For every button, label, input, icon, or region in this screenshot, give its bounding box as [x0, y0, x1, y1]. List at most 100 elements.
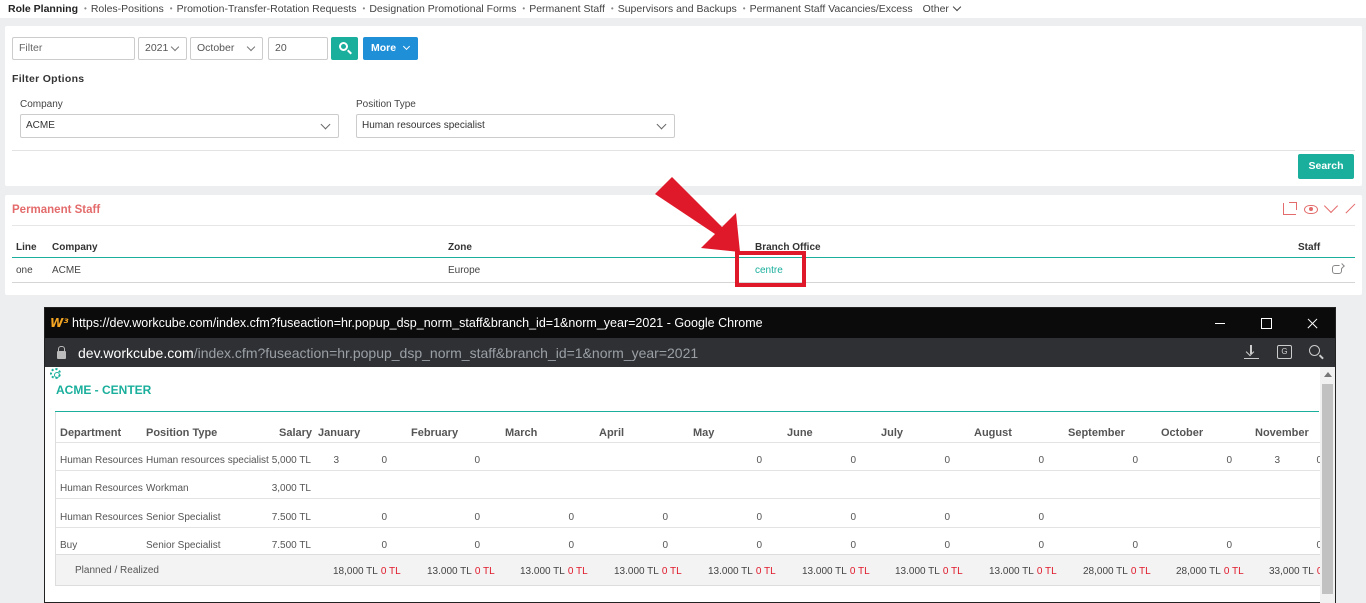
month-select[interactable]: October — [190, 37, 263, 60]
cell-month-value: 0 — [944, 455, 950, 466]
planned-value: 33,000 TL — [1269, 566, 1314, 577]
footer-planned-realized: 13.000 TL 0 TL — [895, 566, 963, 577]
realized-value: 0 TL — [474, 566, 495, 577]
footer-planned-realized: 13.000 TL 0 TL — [989, 566, 1057, 577]
realized-value: 0 TL — [661, 566, 682, 577]
planned-value: 18,000 TL — [333, 566, 378, 577]
vertical-scrollbar[interactable] — [1320, 367, 1335, 603]
company-label: Company — [20, 99, 63, 110]
nav-title[interactable]: Role Planning — [8, 3, 78, 15]
row-divider — [56, 498, 1321, 499]
nav-item-designation-forms[interactable]: Designation Promotional Forms — [363, 3, 516, 15]
footer-label: Planned / Realized — [75, 565, 159, 576]
planned-value: 13.000 TL — [802, 566, 847, 577]
cell-month-value: 0 — [381, 540, 387, 551]
export-icon[interactable] — [1283, 202, 1297, 215]
cell-department: Human Resources — [60, 512, 143, 523]
planned-value: 13.000 TL — [989, 566, 1034, 577]
company-select[interactable]: ACME — [20, 114, 339, 138]
nav-item-permanent-staff[interactable]: Permanent Staff — [522, 3, 605, 15]
cell-month-value: 0 — [850, 540, 856, 551]
address-bar[interactable]: dev.workcube.com/index.cfm?fuseaction=hr… — [45, 338, 1335, 367]
col-header-may: May — [693, 427, 715, 439]
more-button[interactable]: More — [363, 37, 418, 60]
panel-tools — [1283, 198, 1354, 215]
refresh-icon[interactable] — [1332, 265, 1342, 274]
col-header-august: August — [974, 427, 1012, 439]
nav-item-staff-vacancies[interactable]: Permanent Staff Vacancies/Excess — [743, 3, 913, 15]
col-header-zone: Zone — [448, 242, 472, 253]
position-type-label: Position Type — [356, 99, 416, 110]
realized-value: 0 TL — [1130, 566, 1151, 577]
eye-icon[interactable] — [1304, 204, 1318, 214]
cell-month-value: 0 — [850, 455, 856, 466]
filter-keyword-input[interactable]: Filter — [12, 37, 135, 60]
cell-salary: 5,000 TL — [271, 455, 311, 466]
gear-icon[interactable] — [50, 368, 61, 379]
cell-month-value: 0 — [1226, 455, 1232, 466]
footer-planned-realized: 13.000 TL 0 TL — [520, 566, 588, 577]
cell-salary: 7.500 TL — [271, 512, 311, 523]
maximize-icon[interactable] — [1243, 308, 1289, 338]
cell-department: Human Resources — [60, 455, 143, 466]
planned-value: 13.000 TL — [708, 566, 753, 577]
url-host: dev.workcube.com — [78, 344, 194, 361]
col-header-july: July — [881, 427, 904, 439]
cell-salary: 3,000 TL — [271, 483, 311, 494]
planned-value: 13.000 TL — [614, 566, 659, 577]
row-divider — [12, 282, 1355, 283]
cell-month-value: 0 — [850, 512, 856, 523]
minimize-icon[interactable] — [1197, 308, 1243, 338]
footer-planned-realized: 28,000 TL 0 TL — [1176, 566, 1244, 577]
col-header-march: March — [505, 427, 538, 439]
realized-value: 0 TL — [380, 566, 401, 577]
cell-month-value: 0 — [381, 455, 387, 466]
realized-value: 0 TL — [567, 566, 588, 577]
nav-item-promotion-requests[interactable]: Promotion-Transfer-Rotation Requests — [170, 3, 357, 15]
nav-item-supervisors-backups[interactable]: Supervisors and Backups — [611, 3, 737, 15]
cell-month-value: 0 — [756, 540, 762, 551]
footer-planned-realized: 13.000 TL 0 TL — [802, 566, 870, 577]
norm-staff-table: Department Position Type Salary January … — [55, 412, 1321, 586]
popup-heading: ACME - CENTER — [56, 383, 152, 397]
divider — [12, 150, 1355, 151]
close-icon[interactable] — [1289, 308, 1335, 338]
planned-value: 28,000 TL — [1176, 566, 1221, 577]
cell-month-value: 0 — [944, 540, 950, 551]
chevron-down-icon[interactable] — [1323, 198, 1339, 214]
window-title: https://dev.workcube.com/index.cfm?fusea… — [72, 316, 763, 330]
lock-icon[interactable] — [57, 345, 66, 359]
nav-other-dropdown[interactable]: Other — [923, 3, 960, 15]
planned-realized-row: Planned / Realized 18,000 TL 0 TL 13.000 T… — [56, 554, 1321, 586]
footer-planned-realized: 28,000 TL 0 TL — [1083, 566, 1151, 577]
cell-month-value: 0 — [568, 540, 574, 551]
col-header-company: Company — [52, 242, 98, 253]
footer-planned-realized: 18,000 TL 0 TL — [333, 566, 401, 577]
col-header-january: January — [318, 427, 361, 439]
expand-icon[interactable] — [1344, 204, 1354, 214]
page-size-input[interactable]: 20 — [268, 37, 328, 60]
col-header-november: November — [1255, 427, 1309, 439]
cell-month-value: 0 — [474, 455, 480, 466]
translate-icon[interactable]: G — [1277, 345, 1292, 359]
url-path: /index.cfm?fuseaction=hr.popup_dsp_norm_… — [193, 344, 699, 361]
col-header-september: September — [1068, 427, 1125, 439]
cell-month-value: 0 — [662, 512, 668, 523]
scroll-up-icon[interactable] — [1324, 372, 1332, 377]
nav-item-roles-positions[interactable]: Roles-Positions — [84, 3, 164, 15]
col-header-department: Department — [60, 427, 122, 439]
position-type-select[interactable]: Human resources specialist — [356, 114, 675, 138]
cell-month-value: 0 — [1226, 540, 1232, 551]
scroll-thumb[interactable] — [1322, 384, 1333, 594]
cell-position-type: Senior Specialist — [146, 540, 221, 551]
row-divider — [56, 527, 1321, 528]
cell-month-value: 0 — [756, 455, 762, 466]
search-button[interactable]: Search — [1298, 154, 1354, 179]
zoom-icon[interactable] — [1309, 345, 1324, 359]
annotation-highlight-box — [735, 251, 806, 287]
year-select[interactable]: 2021 — [138, 37, 187, 60]
footer-planned-realized: 13.000 TL 0 TL — [708, 566, 776, 577]
install-icon[interactable] — [1244, 345, 1259, 359]
popup-content: ACME - CENTER Department Position Type S… — [45, 367, 1321, 603]
search-icon-button[interactable] — [331, 37, 358, 60]
